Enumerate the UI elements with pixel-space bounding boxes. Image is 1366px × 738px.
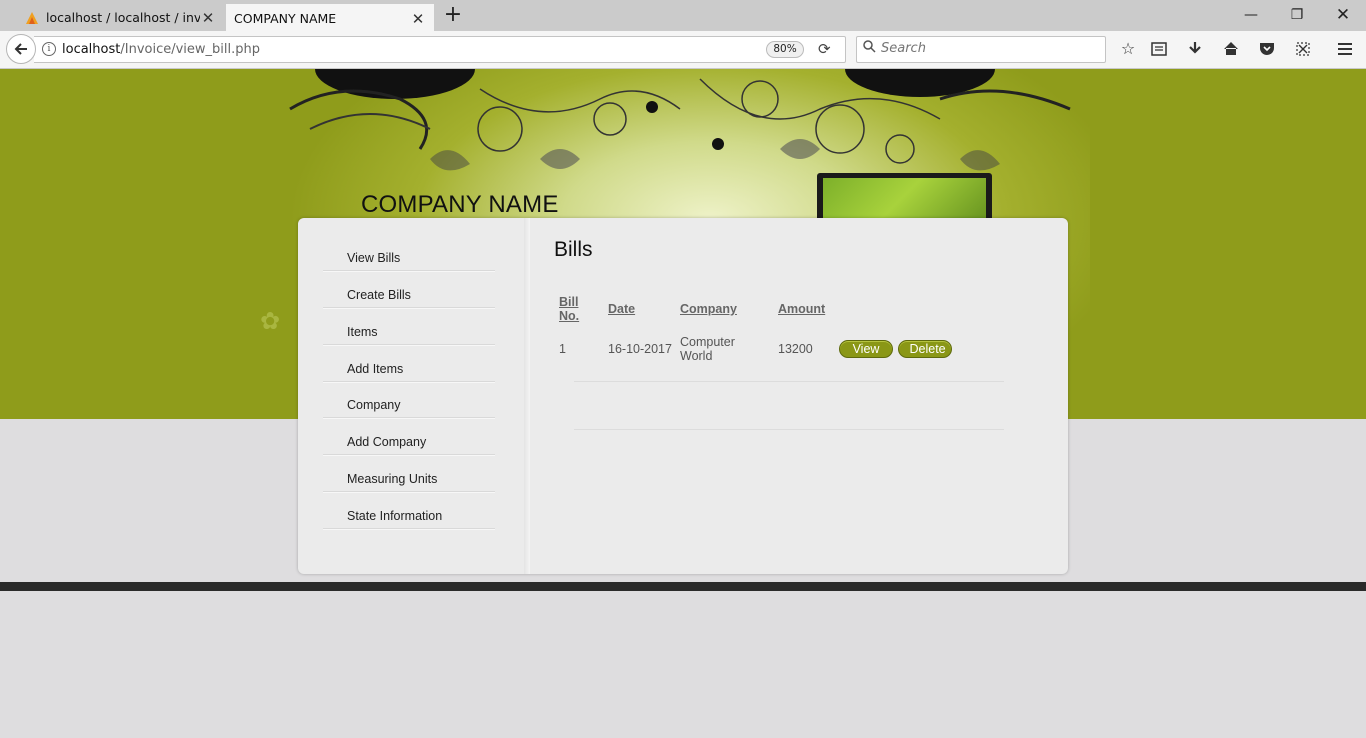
back-button[interactable] <box>6 34 36 64</box>
delete-button[interactable]: Delete <box>898 340 953 358</box>
divider-line <box>574 381 1004 382</box>
url-host: localhost <box>62 42 121 57</box>
sidebar-item-view-bills[interactable]: View Bills <box>323 247 495 271</box>
content-panel: View Bills Create Bills Items Add Items … <box>298 218 1068 574</box>
divider-line <box>574 429 1004 430</box>
sidebar-item-label[interactable]: Create Bills <box>347 288 411 302</box>
screenshot-icon[interactable] <box>1292 39 1314 61</box>
tab-close-icon[interactable]: ✕ <box>410 10 426 28</box>
page-title: Bills <box>554 238 593 261</box>
sidebar-item-label[interactable]: State Information <box>347 509 442 523</box>
sidebar-item-items[interactable]: Items <box>323 321 495 345</box>
search-icon <box>863 40 876 57</box>
sidebar-item-label[interactable]: Add Items <box>347 362 403 376</box>
view-button[interactable]: View <box>839 340 893 358</box>
bookmark-star-icon[interactable]: ☆ <box>1117 39 1139 61</box>
bills-table: Bill No. Date Company Amount 1 16-10-201… <box>559 295 960 363</box>
cell-company: Computer World <box>680 335 735 363</box>
search-input[interactable] <box>881 41 1091 56</box>
url-bar[interactable]: i localhost/Invoice/view_bill.php 80% ⟳ <box>34 36 846 63</box>
tab-close-icon[interactable]: ✕ <box>200 9 216 27</box>
tab-phpmyadmin[interactable]: localhost / localhost / invoic ✕ <box>18 4 224 31</box>
sidebar-item-add-items[interactable]: Add Items <box>323 358 495 382</box>
search-bar[interactable] <box>856 36 1106 63</box>
tab-label: localhost / localhost / invoic <box>46 10 200 25</box>
sidebar-divider <box>524 218 530 574</box>
main-content: Bills Bill No. Date Company Amount 1 16-… <box>554 238 1044 430</box>
pocket-icon[interactable] <box>1256 39 1278 61</box>
site-info-icon[interactable]: i <box>42 42 56 56</box>
sidebar-item-label[interactable]: View Bills <box>347 251 400 265</box>
phpmyadmin-favicon-icon <box>24 10 40 26</box>
sidebar-item-label[interactable]: Measuring Units <box>347 472 437 486</box>
url-text[interactable]: localhost/Invoice/view_bill.php <box>62 42 260 57</box>
browser-tab-bar: localhost / localhost / invoic ✕ COMPANY… <box>0 0 1366 31</box>
reload-icon[interactable]: ⟳ <box>818 40 831 58</box>
new-tab-icon[interactable]: + <box>442 4 464 28</box>
browser-nav-bar: i localhost/Invoice/view_bill.php 80% ⟳ … <box>0 31 1366 69</box>
url-path: /Invoice/view_bill.php <box>120 42 260 57</box>
table-row: 1 16-10-2017 Computer World 13200 View D… <box>559 335 960 363</box>
home-icon[interactable] <box>1220 39 1242 61</box>
column-header-date[interactable]: Date <box>608 295 680 335</box>
sidebar-item-add-company[interactable]: Add Company <box>323 431 495 455</box>
sidebar-item-state-information[interactable]: State Information <box>323 505 495 529</box>
menu-icon[interactable] <box>1334 39 1356 61</box>
restore-icon[interactable]: ❐ <box>1274 3 1320 27</box>
sidebar-item-label[interactable]: Items <box>347 325 378 339</box>
cell-actions: View Delete <box>837 335 960 363</box>
flower-icon: ✿ <box>260 307 281 335</box>
sidebar-item-measuring-units[interactable]: Measuring Units <box>323 468 495 492</box>
cell-bill-no: 1 <box>559 342 566 356</box>
footer-strip <box>0 582 1366 591</box>
sidebar-item-label[interactable]: Company <box>347 398 401 412</box>
download-icon[interactable] <box>1184 39 1206 61</box>
column-header-company[interactable]: Company <box>680 295 778 335</box>
back-arrow-icon <box>14 43 27 55</box>
sidebar-item-create-bills[interactable]: Create Bills <box>323 284 495 308</box>
sidebar-item-label[interactable]: Add Company <box>347 435 426 449</box>
reading-list-icon[interactable] <box>1148 39 1170 61</box>
sidebar: View Bills Create Bills Items Add Items … <box>298 218 530 574</box>
company-name-heading: COMPANY NAME <box>361 191 559 218</box>
table-header-row: Bill No. Date Company Amount <box>559 295 960 335</box>
close-icon[interactable]: ✕ <box>1320 3 1366 27</box>
column-header-amount[interactable]: Amount <box>778 295 837 335</box>
minimize-icon[interactable]: — <box>1228 3 1274 27</box>
column-header-actions <box>837 295 960 335</box>
tab-label: COMPANY NAME <box>234 11 337 26</box>
cell-date: 16-10-2017 <box>608 342 672 356</box>
cell-amount: 13200 <box>778 342 813 356</box>
sidebar-item-company[interactable]: Company <box>323 394 495 418</box>
column-header-bill-no[interactable]: Bill No. <box>559 295 608 335</box>
tab-company-name[interactable]: COMPANY NAME ✕ <box>226 4 434 31</box>
zoom-indicator[interactable]: 80% <box>766 41 804 58</box>
